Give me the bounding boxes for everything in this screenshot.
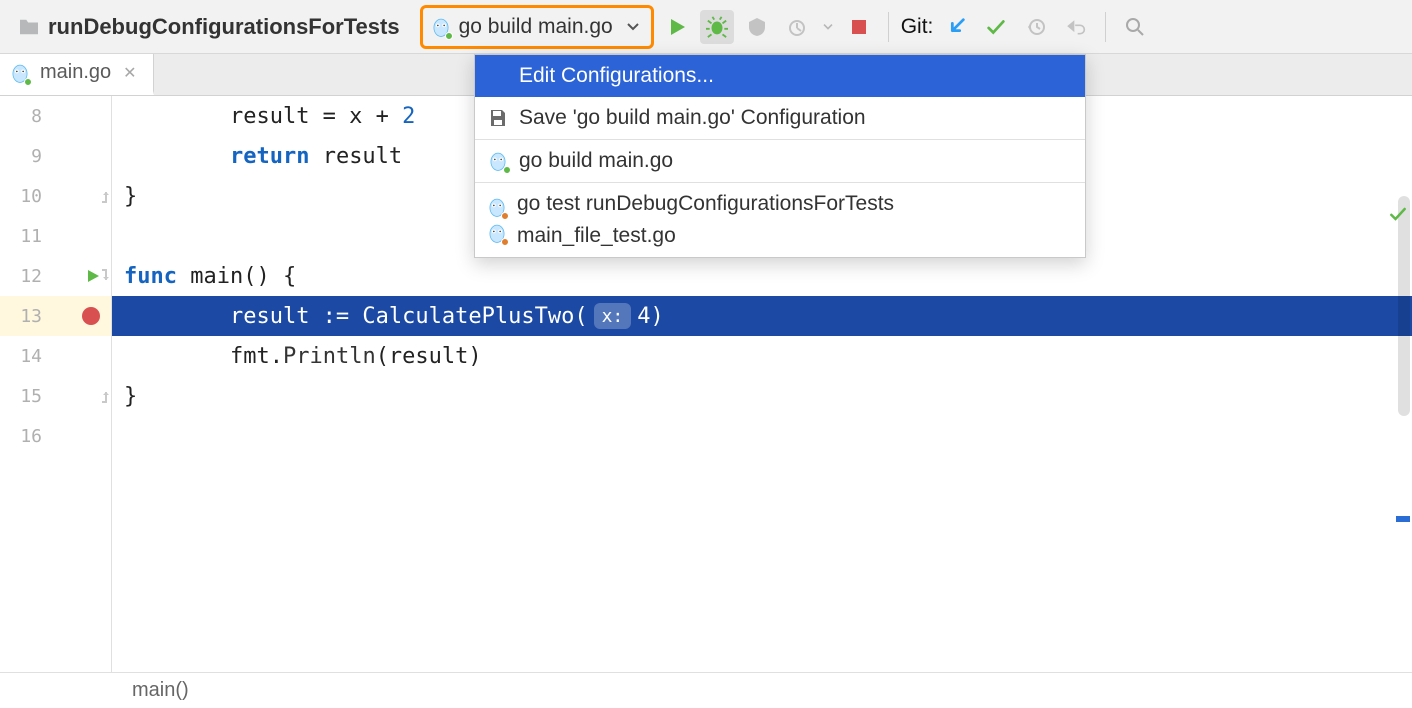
gutter-line[interactable]: 11 <box>0 216 111 256</box>
separator <box>888 12 889 42</box>
line-number: 10 <box>0 186 42 207</box>
code-line[interactable]: func main() { <box>112 256 1412 296</box>
line-gutter: 8 9 10 11 12 13 14 15 16 <box>0 96 112 672</box>
go-gopher-icon <box>431 16 451 38</box>
folder-icon <box>18 18 40 36</box>
run-config-dropdown: Edit Configurations... Save 'go build ma… <box>474 54 1086 258</box>
breadcrumb-project[interactable]: runDebugConfigurationsForTests <box>18 14 400 40</box>
inlay-hint: x: <box>594 303 632 329</box>
code-line[interactable] <box>112 416 1412 456</box>
search-everywhere-button[interactable] <box>1118 10 1152 44</box>
run-configuration-selector[interactable]: go build main.go <box>420 5 654 49</box>
go-gopher-icon <box>487 196 507 218</box>
breakpoint-icon[interactable] <box>82 307 100 325</box>
code-line[interactable]: result := CalculatePlusTwo(x:4) <box>112 296 1412 336</box>
chevron-down-icon <box>627 22 639 32</box>
dropdown-item-config-group[interactable]: go test runDebugConfigurationsForTests m… <box>475 183 1085 257</box>
code-line[interactable]: } <box>112 376 1412 416</box>
line-number: 9 <box>0 146 42 167</box>
go-gopher-icon <box>487 150 509 172</box>
run-gutter-icon[interactable] <box>86 269 100 283</box>
code-line[interactable]: fmt.Println(result) <box>112 336 1412 376</box>
git-rollback-button[interactable] <box>1059 10 1093 44</box>
git-label: Git: <box>901 15 934 39</box>
line-number: 16 <box>0 426 42 447</box>
profile-button[interactable] <box>780 10 814 44</box>
coverage-button[interactable] <box>740 10 774 44</box>
tab-main-go[interactable]: main.go ✕ <box>0 54 154 95</box>
line-number: 13 <box>0 306 42 327</box>
close-icon[interactable]: ✕ <box>121 63 138 83</box>
main-toolbar: runDebugConfigurationsForTests go build … <box>0 0 1412 54</box>
gutter-line[interactable]: 9 <box>0 136 111 176</box>
line-number: 14 <box>0 346 42 367</box>
dropdown-item-edit-configurations[interactable]: Edit Configurations... <box>475 55 1085 97</box>
dropdown-item-label: Edit Configurations... <box>519 64 714 88</box>
project-name-text: runDebugConfigurationsForTests <box>48 14 400 40</box>
fold-icon[interactable] <box>99 189 113 203</box>
scrollbar-thumb[interactable] <box>1398 196 1410 416</box>
dropdown-item-save-configuration[interactable]: Save 'go build main.go' Configuration <box>475 97 1085 139</box>
gutter-line[interactable]: 10 <box>0 176 111 216</box>
run-config-label: go build main.go <box>459 15 613 39</box>
git-history-button[interactable] <box>1019 10 1053 44</box>
line-number: 8 <box>0 106 42 127</box>
line-number: 12 <box>0 266 42 287</box>
save-icon <box>487 108 509 128</box>
dropdown-item-config[interactable]: go build main.go <box>475 140 1085 182</box>
git-update-button[interactable] <box>939 10 973 44</box>
gutter-line[interactable]: 12 <box>0 256 111 296</box>
gutter-line[interactable]: 14 <box>0 336 111 376</box>
gutter-line[interactable]: 16 <box>0 416 111 456</box>
fold-icon[interactable] <box>99 389 113 403</box>
dropdown-item-label: main_file_test.go <box>517 220 894 252</box>
line-number: 11 <box>0 226 42 247</box>
editor-breadcrumb[interactable]: main() <box>0 672 1412 708</box>
go-gopher-icon <box>487 222 507 244</box>
dropdown-item-label: go test runDebugConfigurationsForTests <box>517 188 894 220</box>
breadcrumb-text: main() <box>132 679 189 702</box>
go-gopher-icon <box>10 62 30 84</box>
gutter-line[interactable]: 15 <box>0 376 111 416</box>
chevron-down-icon[interactable] <box>820 10 836 44</box>
git-commit-button[interactable] <box>979 10 1013 44</box>
gutter-line[interactable]: 13 <box>0 296 111 336</box>
stop-button[interactable] <box>842 10 876 44</box>
fold-icon[interactable] <box>99 269 113 283</box>
gutter-line[interactable]: 8 <box>0 96 111 136</box>
debug-button[interactable] <box>700 10 734 44</box>
tab-label: main.go <box>40 61 111 84</box>
line-number: 15 <box>0 386 42 407</box>
separator <box>1105 12 1106 42</box>
run-button[interactable] <box>660 10 694 44</box>
dropdown-item-label: Save 'go build main.go' Configuration <box>519 106 866 130</box>
dropdown-item-label: go build main.go <box>519 149 673 173</box>
